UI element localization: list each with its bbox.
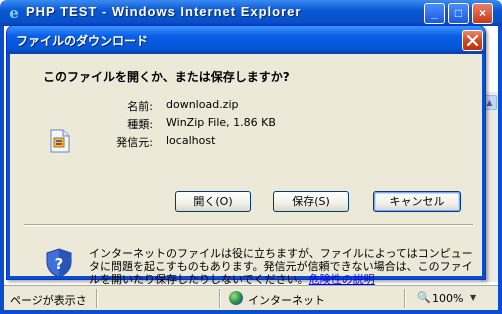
file-download-dialog: ファイルのダウンロード このファイルを開くか、または保存しますか? 名前: do… [6, 25, 486, 286]
zoom-icon[interactable]: 🔍 [417, 291, 431, 304]
file-type: WinZip File, 1.86 KB [166, 116, 276, 129]
save-button[interactable]: 保存(S) [273, 191, 349, 212]
dialog-frame [7, 54, 485, 279]
browser-title: PHP TEST - Windows Internet Explorer [26, 4, 302, 19]
warning-text: インターネットのファイルは役に立ちますが、ファイルによってはコンピュータに問題を… [89, 247, 473, 286]
open-button[interactable]: 開く(O) [175, 191, 251, 212]
risk-explanation-link[interactable]: 危険性の説明 [309, 273, 375, 286]
svg-text:?: ? [55, 255, 64, 273]
dialog-close-button[interactable] [462, 30, 483, 51]
status-separator [96, 289, 98, 308]
file-source: localhost [166, 134, 216, 147]
dialog-titlebar: ファイルのダウンロード [7, 26, 485, 54]
maximize-button[interactable]: □ [448, 3, 469, 24]
browser-close-button[interactable]: × [472, 3, 493, 24]
status-bar: ページが表示さ インターネット 🔍 100% ▼ [4, 285, 498, 310]
security-zone[interactable]: インターネット [248, 292, 325, 308]
close-icon [466, 34, 479, 47]
ie-logo-icon: e [9, 4, 19, 22]
type-label: 種類: [127, 118, 153, 131]
browser-titlebar: e PHP TEST - Windows Internet Explorer _… [0, 0, 502, 26]
zoom-dropdown-arrow-icon[interactable]: ▼ [470, 293, 476, 302]
security-warning: インターネットのファイルは役に立ちますが、ファイルによってはコンピュータに問題を… [89, 247, 479, 286]
cancel-button[interactable]: キャンセル [373, 191, 461, 212]
dialog-divider [24, 224, 473, 226]
minimize-button[interactable]: _ [424, 3, 445, 24]
status-separator [404, 289, 406, 308]
status-text: ページが表示さ [10, 294, 87, 307]
status-separator [219, 289, 221, 308]
from-label: 発信元: [116, 136, 153, 149]
zip-file-icon [50, 129, 70, 153]
dialog-question: このファイルを開くか、または保存しますか? [43, 70, 290, 84]
dialog-title: ファイルのダウンロード [16, 34, 149, 48]
security-shield-icon: ? [46, 248, 72, 278]
name-label: 名前: [127, 100, 153, 113]
file-name: download.zip [166, 98, 239, 111]
zoom-level[interactable]: 100% [432, 292, 463, 305]
globe-icon [229, 291, 243, 305]
